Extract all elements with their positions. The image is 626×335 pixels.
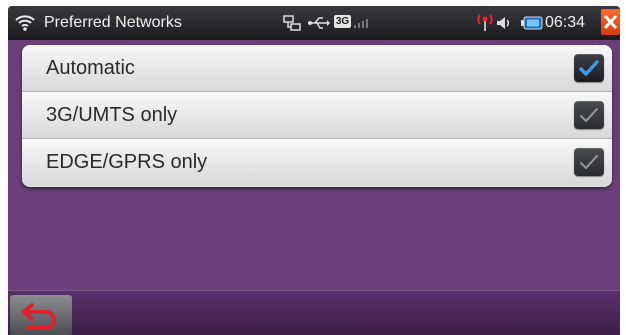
status-title: Preferred Networks [44,14,182,31]
network-badge: 3G [334,15,351,28]
checkbox-3g-umts[interactable] [574,101,604,129]
no-signal-icon [477,14,493,31]
close-button[interactable] [601,9,620,35]
battery-icon [521,16,543,30]
option-edge-gprs[interactable]: EDGE/GPRS only [22,139,612,185]
option-label: 3G/UMTS only [46,104,178,126]
network-options-list: Automatic 3G/UMTS only EDGE/GPRS only [22,45,612,187]
device-screen: Preferred Networks 3G 06:34 Automatic 3G… [8,6,620,335]
bottom-bar [8,290,620,335]
back-button[interactable] [10,295,72,335]
option-label: EDGE/GPRS only [46,151,208,173]
option-automatic[interactable]: Automatic [22,45,612,92]
network-icon [283,15,301,31]
option-3g-umts[interactable]: 3G/UMTS only [22,92,612,139]
screen: Preferred Networks 3G 06:34 Automatic 3G… [0,0,626,335]
wifi-icon [15,15,35,31]
checkmark-icon [579,60,599,76]
checkbox-edge-gprs[interactable] [574,148,604,176]
volume-icon [497,17,510,29]
usb-icon [308,17,330,29]
back-icon [22,303,56,330]
3g-signal-icon: 3G [334,14,374,30]
checkmark-icon [580,108,598,122]
close-icon [603,14,618,30]
option-label: Automatic [46,57,135,79]
status-time: 06:34 [545,14,586,31]
status-bar: Preferred Networks 3G 06:34 [8,6,620,40]
checkmark-icon [580,155,598,169]
checkbox-automatic[interactable] [574,54,604,82]
